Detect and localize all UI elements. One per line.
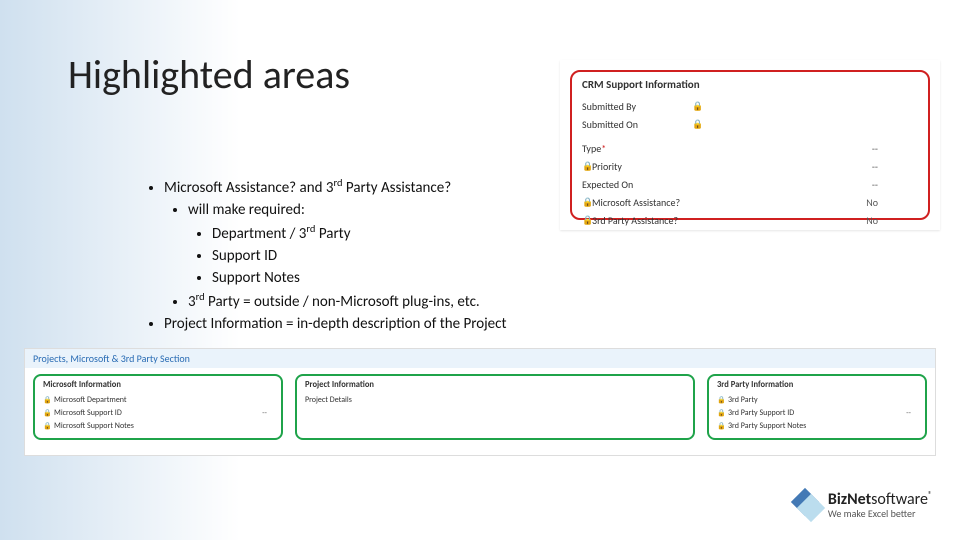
col-row: Project Details bbox=[305, 393, 685, 406]
lock-icon: 🔒 bbox=[43, 408, 51, 417]
col-project-info: Project Information Project Details bbox=[295, 374, 695, 440]
bullet-text: Support Notes bbox=[212, 269, 300, 287]
lock-icon: 🔒 bbox=[582, 197, 592, 208]
col-row: 🔒Microsoft Support ID-- bbox=[43, 406, 273, 419]
list-item: Support ID bbox=[212, 246, 507, 267]
crm-title: CRM Support Information bbox=[582, 78, 918, 91]
logo: BizNetsoftware® We make Excel better bbox=[794, 490, 932, 520]
col-title: Microsoft Information bbox=[43, 380, 273, 390]
col-label: Microsoft Department bbox=[54, 395, 267, 405]
list-item: Microsoft Assistance? and 3rd Party Assi… bbox=[164, 176, 507, 313]
crm-row-third-assist: 🔒 3rd Party Assistance? No bbox=[582, 211, 918, 229]
crm-label: Type* bbox=[582, 142, 692, 155]
crm-row-type: Type* -- bbox=[582, 139, 918, 157]
col-label: 3rd Party bbox=[728, 395, 911, 405]
logo-mark-icon bbox=[794, 491, 822, 519]
list-item: Support Notes bbox=[212, 268, 507, 289]
list-item: Department / 3rd Party bbox=[212, 222, 507, 245]
lock-icon: 🔒 bbox=[43, 421, 51, 430]
crm-label: Submitted On bbox=[582, 118, 692, 131]
crm-highlight-box: CRM Support Information Submitted By 🔒 S… bbox=[570, 70, 930, 220]
col-title: Project Information bbox=[305, 380, 685, 390]
section-columns: Microsoft Information 🔒Microsoft Departm… bbox=[25, 368, 935, 448]
ordinal-sup: rd bbox=[196, 290, 205, 303]
bullet-text: will make required: bbox=[188, 201, 305, 219]
lock-icon: 🔒 bbox=[717, 395, 725, 404]
col-label: 3rd Party Support Notes bbox=[728, 421, 911, 431]
lock-icon: 🔒 bbox=[717, 421, 725, 430]
bullet-text: Party Assistance? bbox=[343, 179, 452, 197]
crm-label: Submitted By bbox=[582, 100, 692, 113]
crm-label-text: Type bbox=[582, 142, 601, 155]
lock-icon: 🔒 bbox=[717, 408, 725, 417]
crm-label: 3rd Party Assistance? bbox=[592, 214, 702, 227]
required-asterisk: * bbox=[601, 142, 606, 155]
col-row: 🔒3rd Party bbox=[717, 393, 917, 406]
page-title: Highlighted areas bbox=[68, 50, 350, 99]
bullet-text: Microsoft Assistance? and 3 bbox=[164, 179, 333, 197]
crm-panel: CRM Support Information Submitted By 🔒 S… bbox=[560, 60, 940, 230]
crm-row-submitted-on: Submitted On 🔒 bbox=[582, 115, 918, 133]
list-item: Project Information = in-depth descripti… bbox=[164, 314, 507, 335]
crm-label: Expected On bbox=[582, 178, 692, 191]
col-value: -- bbox=[262, 408, 267, 418]
bullet-text: 3 bbox=[188, 293, 196, 311]
crm-value: -- bbox=[872, 160, 878, 173]
bullet-text: Support ID bbox=[212, 247, 277, 265]
logo-text: BizNetsoftware® We make Excel better bbox=[828, 490, 932, 520]
crm-row-expected-on: Expected On -- bbox=[582, 175, 918, 193]
lock-icon: 🔒 bbox=[582, 215, 592, 226]
col-third-party-info: 3rd Party Information 🔒3rd Party 🔒3rd Pa… bbox=[707, 374, 927, 440]
crm-value: No bbox=[866, 214, 878, 227]
lock-icon: 🔒 bbox=[43, 395, 51, 404]
col-row: 🔒Microsoft Department bbox=[43, 393, 273, 406]
ordinal-sup: rd bbox=[333, 176, 342, 189]
lock-icon: 🔒 bbox=[692, 101, 702, 112]
list-item: will make required: Department / 3rd Par… bbox=[188, 200, 507, 289]
col-label: Microsoft Support ID bbox=[54, 408, 262, 418]
col-row: 🔒Microsoft Support Notes bbox=[43, 419, 273, 432]
bullet-text: Project Information = in-depth descripti… bbox=[164, 315, 507, 333]
crm-row-priority: 🔒 Priority -- bbox=[582, 157, 918, 175]
lock-icon: 🔒 bbox=[582, 161, 592, 172]
bullet-text: Department / 3 bbox=[212, 225, 306, 243]
bullet-text: Party = outside / non-Microsoft plug-ins… bbox=[205, 293, 480, 311]
col-value: -- bbox=[906, 408, 911, 418]
lock-icon: 🔒 bbox=[692, 119, 702, 130]
col-microsoft-info: Microsoft Information 🔒Microsoft Departm… bbox=[33, 374, 283, 440]
col-row: 🔒3rd Party Support ID-- bbox=[717, 406, 917, 419]
crm-value: -- bbox=[872, 142, 878, 155]
crm-label: Priority bbox=[592, 160, 702, 173]
crm-row-submitted-by: Submitted By 🔒 bbox=[582, 97, 918, 115]
crm-label: Microsoft Assistance? bbox=[592, 196, 702, 209]
crm-value: No bbox=[866, 196, 878, 209]
list-item: 3rd Party = outside / non-Microsoft plug… bbox=[188, 290, 507, 313]
bullet-text: Party bbox=[315, 225, 350, 243]
section-panel: Projects, Microsoft & 3rd Party Section … bbox=[24, 348, 936, 456]
col-label: Project Details bbox=[305, 395, 679, 405]
section-header: Projects, Microsoft & 3rd Party Section bbox=[25, 349, 935, 368]
crm-row-ms-assist: 🔒 Microsoft Assistance? No bbox=[582, 193, 918, 211]
col-label: 3rd Party Support ID bbox=[728, 408, 906, 418]
registered-icon: ® bbox=[928, 490, 932, 500]
crm-value: -- bbox=[872, 178, 878, 191]
col-title: 3rd Party Information bbox=[717, 380, 917, 390]
bullet-list: Microsoft Assistance? and 3rd Party Assi… bbox=[140, 175, 507, 336]
col-label: Microsoft Support Notes bbox=[54, 421, 267, 431]
col-row: 🔒3rd Party Support Notes bbox=[717, 419, 917, 432]
